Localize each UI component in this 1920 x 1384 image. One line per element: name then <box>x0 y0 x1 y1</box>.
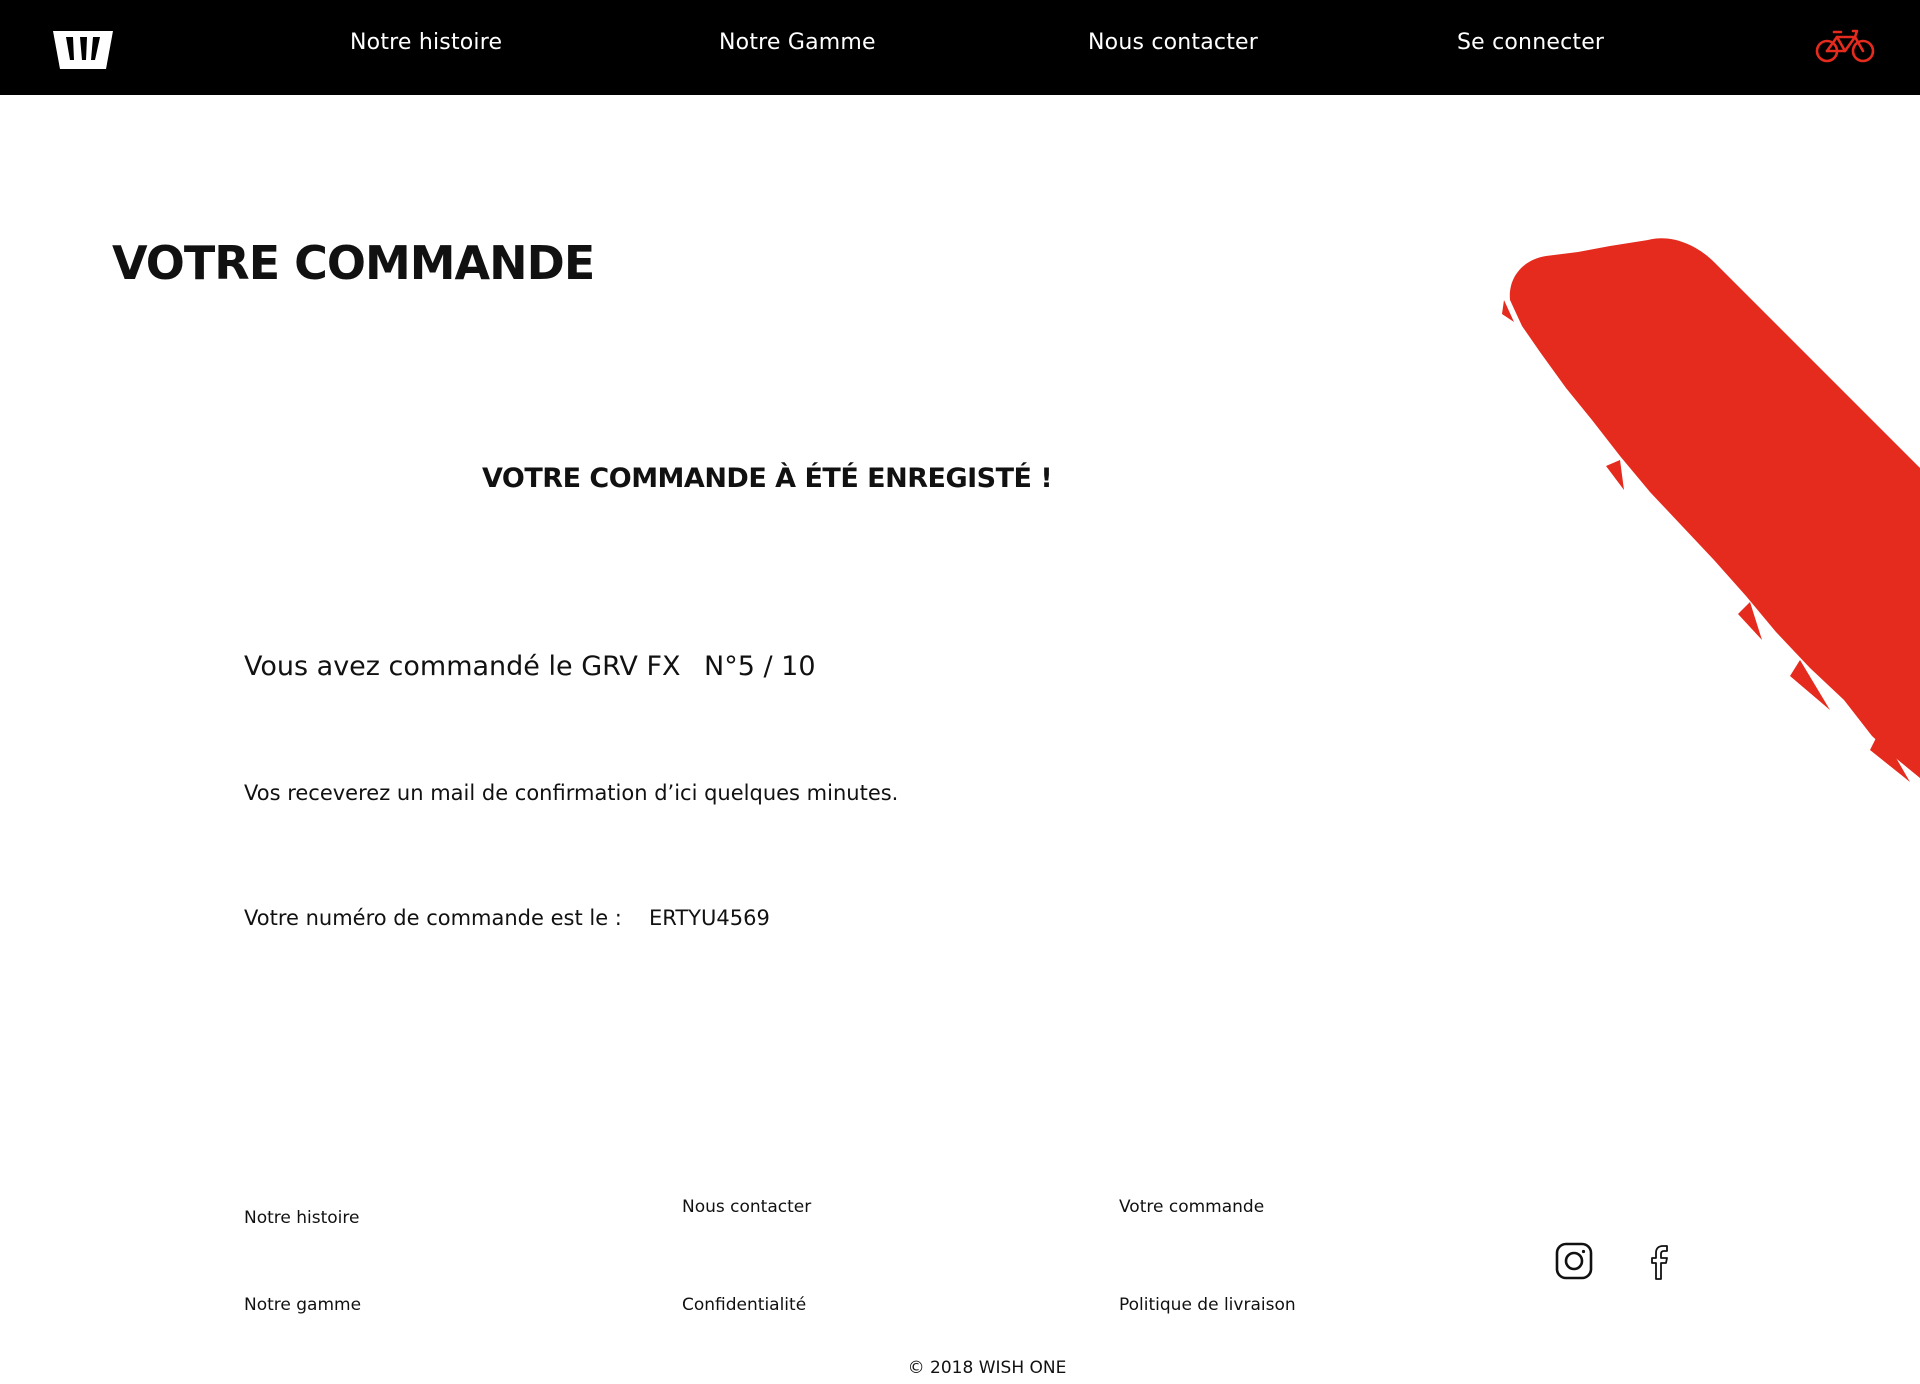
page-title: VOTRE COMMANDE <box>112 236 595 290</box>
footer-link-votre-commande[interactable]: Votre commande <box>1119 1197 1264 1217</box>
brush-stroke-decoration <box>1502 238 1920 782</box>
footer-link-confidentialite[interactable]: Confidentialité <box>682 1295 806 1315</box>
footer-link-politique-livraison[interactable]: Politique de livraison <box>1119 1295 1296 1315</box>
confirmation-notice: Vos receverez un mail de confirmation d’… <box>244 781 899 805</box>
ordered-product-line: Vous avez commandé le GRV FX N°5 / 10 <box>244 651 816 682</box>
order-success-message: VOTRE COMMANDE À ÉTÉ ENREGISTÉ ! <box>482 463 1053 494</box>
nav-nous-contacter[interactable]: Nous contacter <box>1088 30 1258 55</box>
instagram-icon[interactable] <box>1555 1242 1593 1280</box>
footer-link-notre-gamme[interactable]: Notre gamme <box>244 1295 361 1315</box>
serial-number: N°5 / 10 <box>704 651 816 682</box>
order-number-value: ERTYU4569 <box>649 906 770 930</box>
order-number-label: Votre numéro de commande est le : <box>244 906 622 930</box>
copyright-text: © 2018 WISH ONE <box>907 1358 1067 1378</box>
top-navbar: Notre histoire Notre Gamme Nous contacte… <box>0 0 1920 95</box>
nav-se-connecter[interactable]: Se connecter <box>1457 30 1604 55</box>
bicycle-icon[interactable] <box>1815 26 1875 64</box>
nav-notre-gamme[interactable]: Notre Gamme <box>719 30 876 55</box>
footer-link-notre-histoire[interactable]: Notre histoire <box>244 1208 359 1228</box>
logo-icon[interactable] <box>50 28 116 72</box>
ordered-product-text: Vous avez commandé le GRV FX <box>244 651 681 682</box>
nav-notre-histoire[interactable]: Notre histoire <box>350 30 502 55</box>
order-number-line: Votre numéro de commande est le : ERTYU4… <box>244 906 770 930</box>
facebook-icon[interactable] <box>1640 1242 1678 1280</box>
footer-link-nous-contacter[interactable]: Nous contacter <box>682 1197 811 1217</box>
